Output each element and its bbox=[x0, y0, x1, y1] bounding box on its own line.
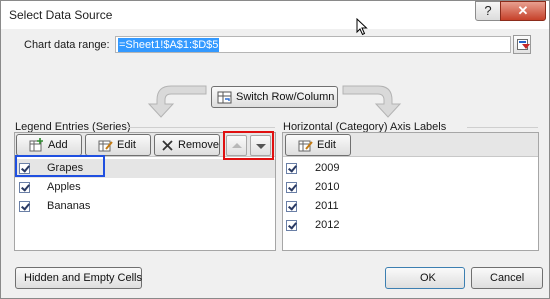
category-checkbox[interactable] bbox=[286, 201, 297, 212]
list-item-category[interactable]: 2010 bbox=[283, 178, 538, 197]
series-label: Bananas bbox=[47, 200, 91, 212]
add-series-icon bbox=[29, 138, 43, 152]
switch-arrows-decoration bbox=[147, 85, 402, 118]
edit-axis-icon bbox=[298, 140, 313, 152]
category-label: 2009 bbox=[315, 162, 340, 174]
edit-series-button[interactable]: Edit bbox=[85, 134, 151, 156]
category-label: 2010 bbox=[315, 181, 340, 193]
edit-axis-labels-button[interactable]: Edit bbox=[285, 134, 351, 156]
series-label: Grapes bbox=[47, 162, 84, 174]
move-down-button[interactable] bbox=[250, 135, 271, 156]
list-item-series[interactable]: Bananas bbox=[15, 197, 275, 216]
left-curved-arrow-icon bbox=[147, 85, 207, 118]
category-checkbox[interactable] bbox=[286, 163, 297, 174]
series-checkbox[interactable] bbox=[19, 182, 30, 193]
up-arrow-icon bbox=[232, 143, 242, 148]
right-curved-arrow-icon bbox=[342, 85, 402, 118]
ok-label: OK bbox=[420, 272, 436, 284]
add-series-button[interactable]: Add bbox=[16, 134, 82, 156]
hidden-and-empty-cells-label: Hidden and Empty Cells bbox=[24, 272, 143, 284]
move-up-button[interactable] bbox=[226, 135, 247, 156]
switch-row-column-button[interactable]: Switch Row/Column bbox=[211, 86, 338, 108]
edit-series-label: Edit bbox=[117, 139, 136, 151]
legend-header-divider bbox=[127, 127, 275, 128]
remove-series-label: Remove bbox=[178, 139, 219, 151]
axis-header-divider bbox=[467, 127, 538, 128]
series-label: Apples bbox=[47, 181, 81, 193]
category-label: 2011 bbox=[315, 200, 339, 212]
switch-row-column-icon bbox=[217, 91, 232, 104]
down-arrow-icon bbox=[256, 144, 266, 149]
edit-axis-label: Edit bbox=[317, 139, 336, 151]
edit-series-icon bbox=[98, 140, 113, 152]
switch-row-column-label: Switch Row/Column bbox=[236, 91, 335, 103]
ok-button[interactable]: OK bbox=[385, 267, 465, 289]
list-item-category[interactable]: 2011 bbox=[283, 197, 538, 216]
category-checkbox[interactable] bbox=[286, 182, 297, 193]
category-checkbox[interactable] bbox=[286, 220, 297, 231]
add-series-label: Add bbox=[48, 139, 68, 151]
remove-series-button[interactable]: Remove bbox=[154, 134, 220, 156]
select-data-source-dialog: Select Data Source ? ✕ Chart data range:… bbox=[0, 0, 550, 299]
list-item-category[interactable]: 2012 bbox=[283, 216, 538, 235]
series-checkbox[interactable] bbox=[19, 163, 30, 174]
series-checkbox[interactable] bbox=[19, 201, 30, 212]
remove-x-icon bbox=[162, 140, 173, 151]
cancel-button[interactable]: Cancel bbox=[471, 267, 543, 289]
list-item-series[interactable]: Apples bbox=[15, 178, 275, 197]
list-item-category[interactable]: 2009 bbox=[283, 159, 538, 178]
hidden-and-empty-cells-button[interactable]: Hidden and Empty Cells bbox=[15, 267, 142, 289]
list-item-series[interactable]: Grapes bbox=[15, 159, 275, 178]
category-label: 2012 bbox=[315, 219, 340, 231]
cancel-label: Cancel bbox=[490, 272, 525, 284]
